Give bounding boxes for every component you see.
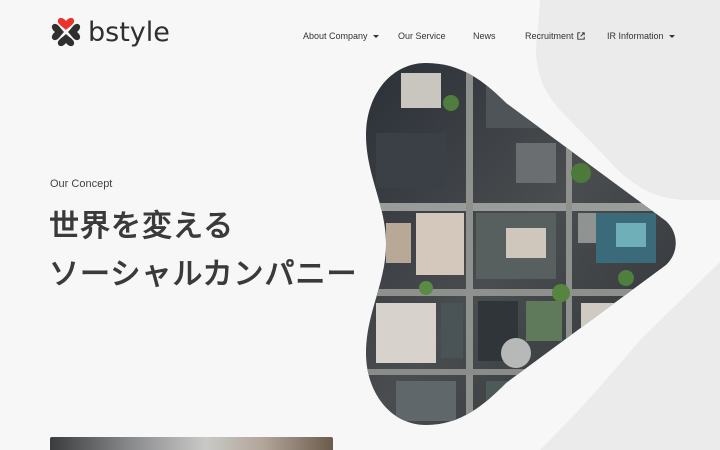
caret-down-icon xyxy=(668,35,675,38)
external-link-icon xyxy=(576,32,585,40)
nav-news[interactable]: News xyxy=(473,31,496,41)
nav-recruitment[interactable]: Recruitment xyxy=(525,31,585,41)
hero-headline: 世界を変える ソーシャルカンパニー xyxy=(49,203,358,299)
team-photo-thumbnail xyxy=(50,437,333,450)
nav-our-service[interactable]: Our Service xyxy=(398,31,446,41)
nav-label: Recruitment xyxy=(525,31,574,41)
headline-line-2: ソーシャルカンパニー xyxy=(49,257,358,292)
headline-line-1: 世界を変える xyxy=(49,209,235,244)
main-nav: About Company Our Service News Recruitme… xyxy=(0,31,720,45)
nav-about-company[interactable]: About Company xyxy=(303,31,379,41)
nav-label: IR Information xyxy=(607,31,664,41)
nav-label: Our Service xyxy=(398,31,446,41)
caret-down-icon xyxy=(372,35,379,38)
site-header: bstyle About Company Our Service News Re… xyxy=(0,0,720,66)
nav-label: About Company xyxy=(303,31,368,41)
nav-label: News xyxy=(473,31,496,41)
heart-aerial-photo xyxy=(366,63,676,425)
nav-ir-information[interactable]: IR Information xyxy=(607,31,675,41)
concept-eyebrow: Our Concept xyxy=(50,178,113,190)
aerial-city-image xyxy=(366,63,676,425)
